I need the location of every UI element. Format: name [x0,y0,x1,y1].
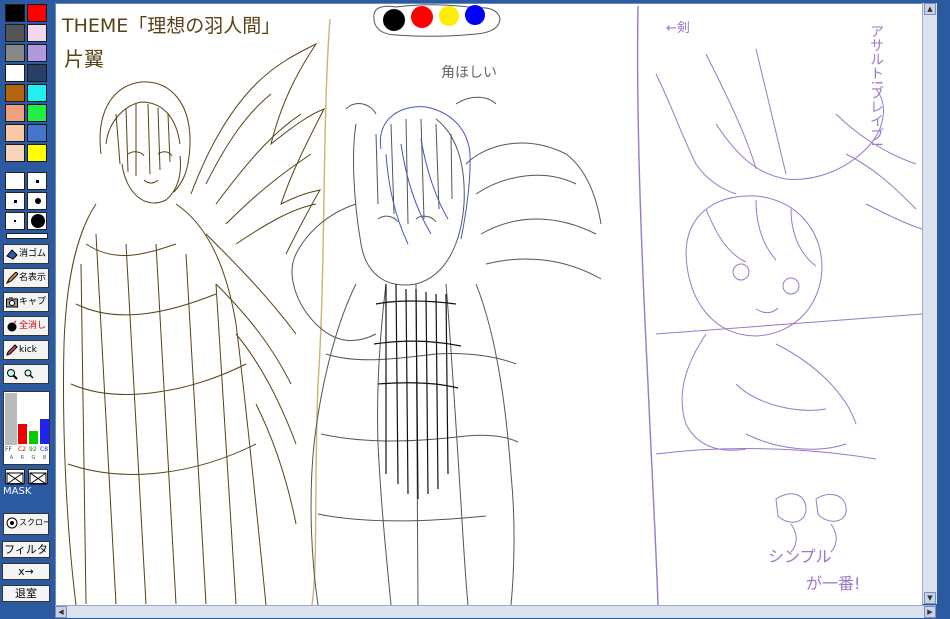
blue-value: C8 [40,446,49,453]
brown-sketch-figure [63,42,326,605]
color-swatch[interactable] [27,4,47,22]
thickness-slider[interactable] [6,233,48,239]
drawing-layer[interactable]: THEME「理想の羽人間」 片翼 角ほしい ←剣 アサルト!ブレイブ! シンプル… [56,4,922,605]
mask-button-2[interactable] [28,469,48,485]
scroll-up-arrow[interactable]: ▲ [924,3,936,15]
alpha-bar [5,393,17,445]
color-swatch[interactable] [27,24,47,42]
scroll-button[interactable]: スクロール [3,513,49,535]
color-swatch[interactable] [5,24,25,42]
drawing-canvas[interactable]: THEME「理想の羽人間」 片翼 角ほしい ←剣 アサルト!ブレイブ! シンプル… [55,3,923,606]
dot-icon [14,200,17,203]
dot-icon [36,180,39,183]
scroll-right-arrow[interactable]: ▶ [924,606,936,618]
scroll-label: スクロール [19,518,48,527]
eraser-button[interactable]: 消ゴム [3,244,49,264]
blue-paint-dot[interactable] [465,5,485,25]
camera-icon [6,297,18,308]
color-swatch[interactable] [5,84,25,102]
mask-x-icon [29,472,47,485]
horizontal-scrollbar[interactable]: ◀ ▶ [55,605,936,618]
pencil-icon [6,344,18,356]
channel-g: G [31,455,36,461]
show-names-label: 名表示 [19,273,47,283]
right-bottom-note-2: が一番! [806,574,860,593]
color-swatch[interactable] [27,84,47,102]
pen-size-5[interactable] [5,212,25,230]
black-paint-dot[interactable] [383,9,405,31]
green-bar [29,431,38,444]
channel-r: R [20,455,25,461]
rgb-axis-label: FF [5,446,12,453]
eraser-label: 消ゴム [19,249,47,259]
green-value: 92 [29,446,37,453]
zoom-out-icon [24,369,34,379]
mask-label: MASK [3,486,32,497]
color-swatch[interactable] [5,64,25,82]
dot-icon [31,214,45,228]
hand-icon [6,517,18,529]
red-bar [18,424,27,444]
yellow-paint-dot[interactable] [439,6,459,26]
divider-line-2 [636,5,659,605]
dot-icon [35,198,41,204]
color-swatch[interactable] [27,124,47,142]
clear-all-button[interactable]: 全消し [3,316,49,336]
pen-size-2[interactable] [27,172,47,190]
capture-button[interactable]: キャプ [3,292,49,312]
mask-button-1[interactable] [5,469,25,485]
pen-size-6[interactable] [27,212,47,230]
eraser-icon [6,249,18,260]
zoom-button[interactable] [3,364,49,384]
blue-hair-strokes [379,106,471,245]
capture-label: キャプ [19,297,47,307]
divider-line-1 [311,18,331,605]
color-swatch[interactable] [27,44,47,62]
scroll-left-arrow[interactable]: ◀ [55,606,67,618]
right-bottom-note-1: シンプル [768,547,832,566]
pen-size-1[interactable] [5,172,25,190]
vertical-scrollbar[interactable]: ▲ ▼ [922,3,937,604]
kick-label: kick [19,345,37,355]
mask-x-icon [6,472,24,485]
filter-button[interactable]: フィルタ [2,541,50,558]
dot-icon [14,220,16,222]
color-swatch[interactable] [27,144,47,162]
left-note: 片翼 [64,47,104,71]
channel-letters: ARGB [6,455,50,461]
dark-body-strokes [373,283,462,500]
kick-button[interactable]: kick [3,340,49,360]
zoom-in-icon [7,369,18,380]
right-top-note: ←剣 [666,21,690,36]
color-swatch[interactable] [5,124,25,142]
exit-button[interactable]: 退室 [2,585,50,602]
color-swatch[interactable] [5,144,25,162]
color-swatch[interactable] [27,64,47,82]
color-swatch[interactable] [5,104,25,122]
pen-size-4[interactable] [27,192,47,210]
color-swatch[interactable] [27,104,47,122]
color-swatch[interactable] [5,44,25,62]
blue-bar [40,419,49,444]
rgb-bar-panel[interactable]: FF C2 92 C8 ARGB [3,391,50,465]
right-vertical-note: アサルト!ブレイブ! [868,24,884,147]
show-names-button[interactable]: 名表示 [3,268,49,288]
pen-size-3[interactable] [5,192,25,210]
channel-b: B [42,455,47,461]
color-swatch[interactable] [5,4,25,22]
theme-title: THEME「理想の羽人間」 [61,15,280,37]
outer-right-frame [938,0,950,619]
mid-note: 角ほしい [441,65,497,81]
red-paint-dot[interactable] [411,6,433,28]
bomb-icon [7,320,17,332]
pen-icon [6,272,18,284]
tool-sidebar: 消ゴム 名表示 キャプ 全消し kick FF C2 92 C8 ARGB MA… [0,0,54,619]
clear-all-label: 全消し [19,321,47,331]
x-arrow-button[interactable]: x→ [2,563,50,580]
red-value: C2 [18,446,27,453]
scroll-down-arrow[interactable]: ▼ [924,592,936,604]
channel-a: A [9,455,14,461]
